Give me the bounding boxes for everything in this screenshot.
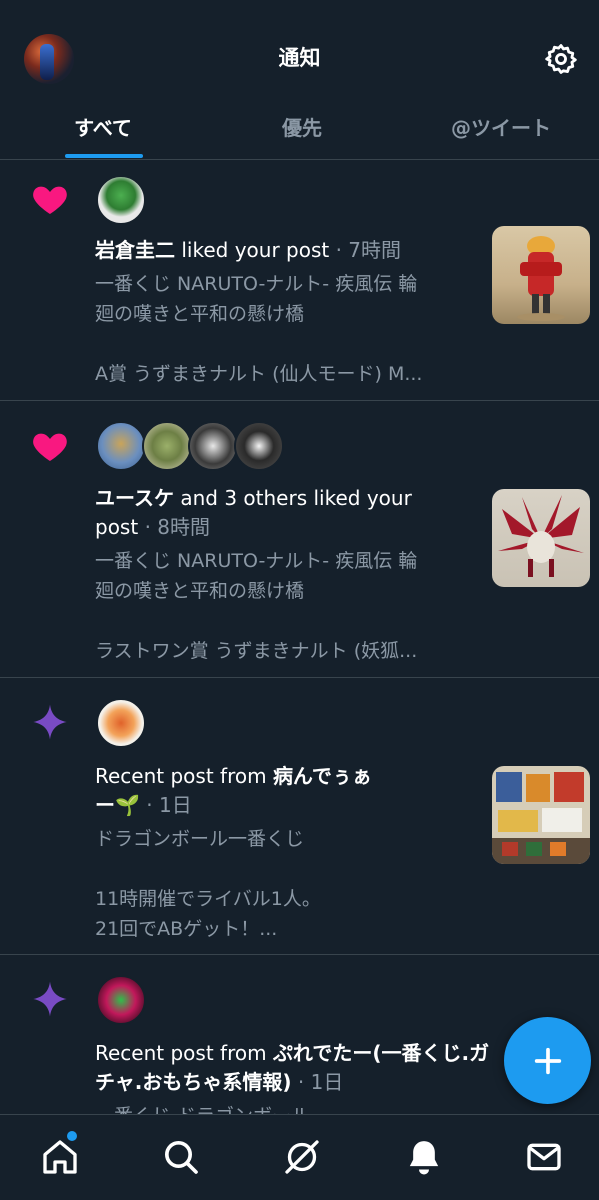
tab-all[interactable]: すべて [62, 112, 144, 141]
compose-button[interactable] [504, 1017, 591, 1104]
action-text: liked your post [175, 238, 330, 262]
notification-item[interactable]: ユースケ and 3 others liked your post · 8時間 … [0, 401, 599, 678]
avatar[interactable] [96, 421, 146, 471]
post-preview-line: 一番くじ NARUTO-ナルト- 疾風伝 輪 [95, 550, 418, 572]
actor-name[interactable]: ユースケ [95, 486, 174, 510]
actor-name-cont[interactable]: チャ.おもちゃ系情報) [95, 1070, 292, 1094]
notification-item[interactable]: Recent post from ぷれでたー(一番くじ.ガ チャ.おもちゃ系情報… [0, 955, 599, 1115]
gear-icon[interactable] [544, 42, 578, 76]
post-thumbnail[interactable] [492, 489, 590, 587]
notification-text: Recent post from 病んでぅぁ [95, 762, 480, 791]
notification-text-cont: チャ.おもちゃ系情報) · 1日 [95, 1068, 565, 1097]
notification-text-cont: post · 8時間 [95, 513, 480, 542]
post-preview-line: A賞 うずまきナルト (仙人モード) M... [95, 363, 423, 385]
timestamp: · 1日 [297, 1070, 344, 1094]
tab-mentions[interactable]: @ツイート [440, 112, 562, 141]
bottom-tab-bar [0, 1114, 599, 1200]
home-icon[interactable] [40, 1137, 80, 1177]
search-icon[interactable] [161, 1137, 201, 1177]
notification-text: Recent post from ぷれでたー(一番くじ.ガ [95, 1039, 565, 1068]
actor-name[interactable]: ぷれでたー(一番くじ.ガ [273, 1041, 489, 1065]
timestamp: · 8時間 [144, 515, 211, 539]
active-tab-indicator [65, 154, 143, 158]
actor-name[interactable]: 岩倉圭二 [95, 238, 175, 262]
post-preview-line: 廻の嘆きと平和の懸け橋 [95, 580, 305, 602]
sparkle-icon [33, 981, 67, 1017]
post-thumbnail[interactable] [492, 226, 590, 324]
mail-icon[interactable] [524, 1137, 564, 1177]
notification-text: 岩倉圭二 liked your post · 7時間 [95, 236, 480, 265]
post-preview-line: ドラゴンボール一番くじ [95, 828, 305, 850]
avatar[interactable] [96, 175, 146, 225]
notification-item[interactable]: 岩倉圭二 liked your post · 7時間 一番くじ NARUTO-ナ… [0, 161, 599, 401]
tab-priority[interactable]: 優先 [270, 112, 334, 141]
figure-image [498, 495, 584, 577]
heart-icon [33, 186, 67, 214]
notification-text-cont: ー🌱 · 1日 [95, 791, 480, 820]
post-preview-line: ラストワン賞 うずまきナルト (妖狐... [95, 640, 418, 662]
post-preview-line: 11時開催でライバル1人。 [95, 888, 321, 910]
post-preview-line: 一番くじ NARUTO-ナルト- 疾風伝 輪 [95, 273, 418, 295]
action-text: post [95, 515, 139, 539]
avatar[interactable] [96, 698, 146, 748]
avatar[interactable] [234, 421, 284, 471]
actor-name[interactable]: 病んでぅぁ [273, 764, 372, 788]
avatar[interactable] [142, 421, 192, 471]
page-title: 通知 [278, 46, 321, 70]
figure-image [517, 236, 565, 321]
top-header: 通知 すべて 優先 @ツイート [0, 0, 599, 160]
notification-tabs: すべて 優先 @ツイート [0, 100, 599, 160]
shelf-image [492, 772, 590, 864]
heart-icon [33, 433, 67, 461]
action-text: Recent post from [95, 1041, 273, 1065]
actor-avatars [96, 421, 296, 471]
action-text: Recent post from [95, 764, 273, 788]
notification-item[interactable]: Recent post from 病んでぅぁ ー🌱 · 1日 ドラゴンボール一番… [0, 678, 599, 955]
notification-text: ユースケ and 3 others liked your [95, 484, 480, 513]
actor-name-cont[interactable]: ー🌱 [95, 793, 140, 817]
post-preview-line: 廻の嘆きと平和の懸け橋 [95, 303, 305, 325]
avatar[interactable] [188, 421, 238, 471]
action-text: and 3 others liked your [174, 486, 412, 510]
bell-icon[interactable] [404, 1137, 444, 1177]
sparkle-icon [33, 704, 67, 740]
timestamp: · 7時間 [335, 238, 402, 262]
timestamp: · 1日 [146, 793, 192, 817]
post-preview-line: 21回でABゲット！... [95, 918, 278, 940]
plus-icon [534, 1047, 561, 1074]
unread-dot [67, 1131, 77, 1141]
spaces-icon[interactable] [282, 1137, 322, 1177]
avatar[interactable] [96, 975, 146, 1025]
post-thumbnail[interactable] [492, 766, 590, 864]
